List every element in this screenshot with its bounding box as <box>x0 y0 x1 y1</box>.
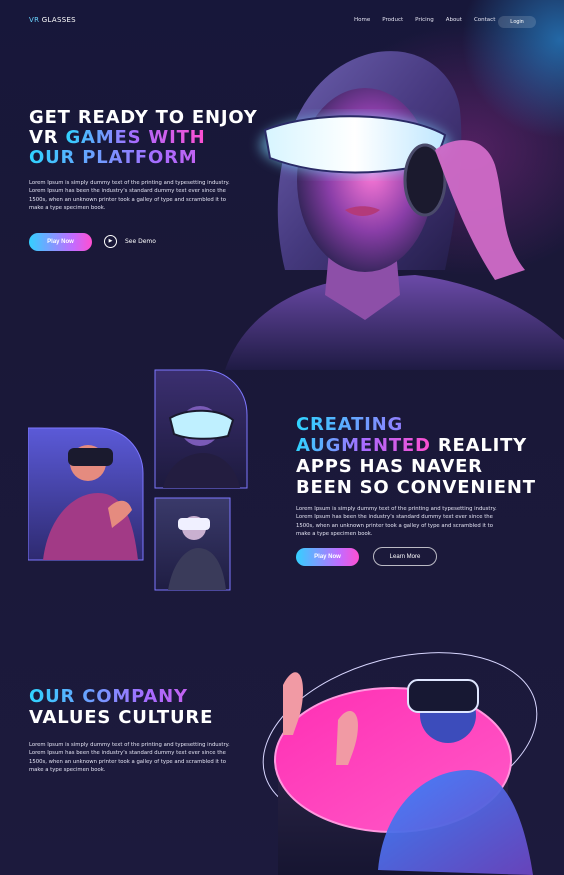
nav-link-about[interactable]: About <box>446 17 462 23</box>
nav-link-product[interactable]: Product <box>382 17 403 23</box>
see-demo-label: See Demo <box>125 238 156 245</box>
section2-play-now-button[interactable]: Play Now <box>296 548 359 566</box>
hero-title: GET READY TO ENJOY VR GAMES WITH OUR PLA… <box>29 108 289 168</box>
hero-title-line2: VR GAMES WITH <box>29 128 289 148</box>
hero-title-line1: GET READY TO ENJOY <box>29 107 258 128</box>
section3-title-line1: OUR COMPANY <box>29 686 269 707</box>
hero-title-line2-a: VR <box>29 127 66 148</box>
nav-links: Home Product Pricing About Contact <box>354 17 495 23</box>
section3-title-line2: VALUES CULTURE <box>29 707 214 728</box>
nav-link-contact[interactable]: Contact <box>474 17 495 23</box>
section2-title: CREATING AUGMENTED REALITY APPS HAS NAVE… <box>296 414 556 498</box>
hero-description: Lorem Ipsum is simply dummy text of the … <box>29 180 230 212</box>
section2-description: Lorem Ipsum is simply dummy text of the … <box>296 506 497 538</box>
section3-title: OUR COMPANY VALUES CULTURE <box>29 686 269 728</box>
values-image <box>258 650 558 875</box>
hero-title-line3: OUR PLATFORM <box>29 148 289 168</box>
landing-page: VR GLASSES Home Product Pricing About Co… <box>0 0 564 875</box>
play-icon: ▶ <box>104 235 117 248</box>
logo-vr: VR <box>29 16 40 24</box>
section3-description: Lorem Ipsum is simply dummy text of the … <box>29 742 230 774</box>
section2-title-line2-grad: AUGMENTED <box>296 435 431 456</box>
section2-title-line4: BEEN SO CONVENIENT <box>296 477 536 498</box>
logo[interactable]: VR GLASSES <box>29 16 76 24</box>
logo-text: GLASSES <box>41 16 76 24</box>
nav-link-home[interactable]: Home <box>354 17 370 23</box>
learn-more-button[interactable]: Learn More <box>373 547 437 566</box>
section2-title-line1: CREATING <box>296 414 556 435</box>
nav-link-pricing[interactable]: Pricing <box>415 17 434 23</box>
section2-title-line2: AUGMENTED REALITY <box>296 435 556 456</box>
hero-title-line2-b: GAMES WITH <box>65 127 206 148</box>
login-button[interactable]: Login <box>498 16 536 28</box>
hero-image <box>225 40 564 370</box>
top-nav: VR GLASSES Home Product Pricing About Co… <box>0 0 564 40</box>
section2-title-line2-rest: REALITY <box>430 435 527 456</box>
ar-image-collage <box>28 368 258 593</box>
section2-title-line3: APPS HAS NAVER <box>296 456 483 477</box>
hero-play-now-button[interactable]: Play Now <box>29 233 92 251</box>
see-demo-button[interactable]: ▶ See Demo <box>104 235 156 248</box>
